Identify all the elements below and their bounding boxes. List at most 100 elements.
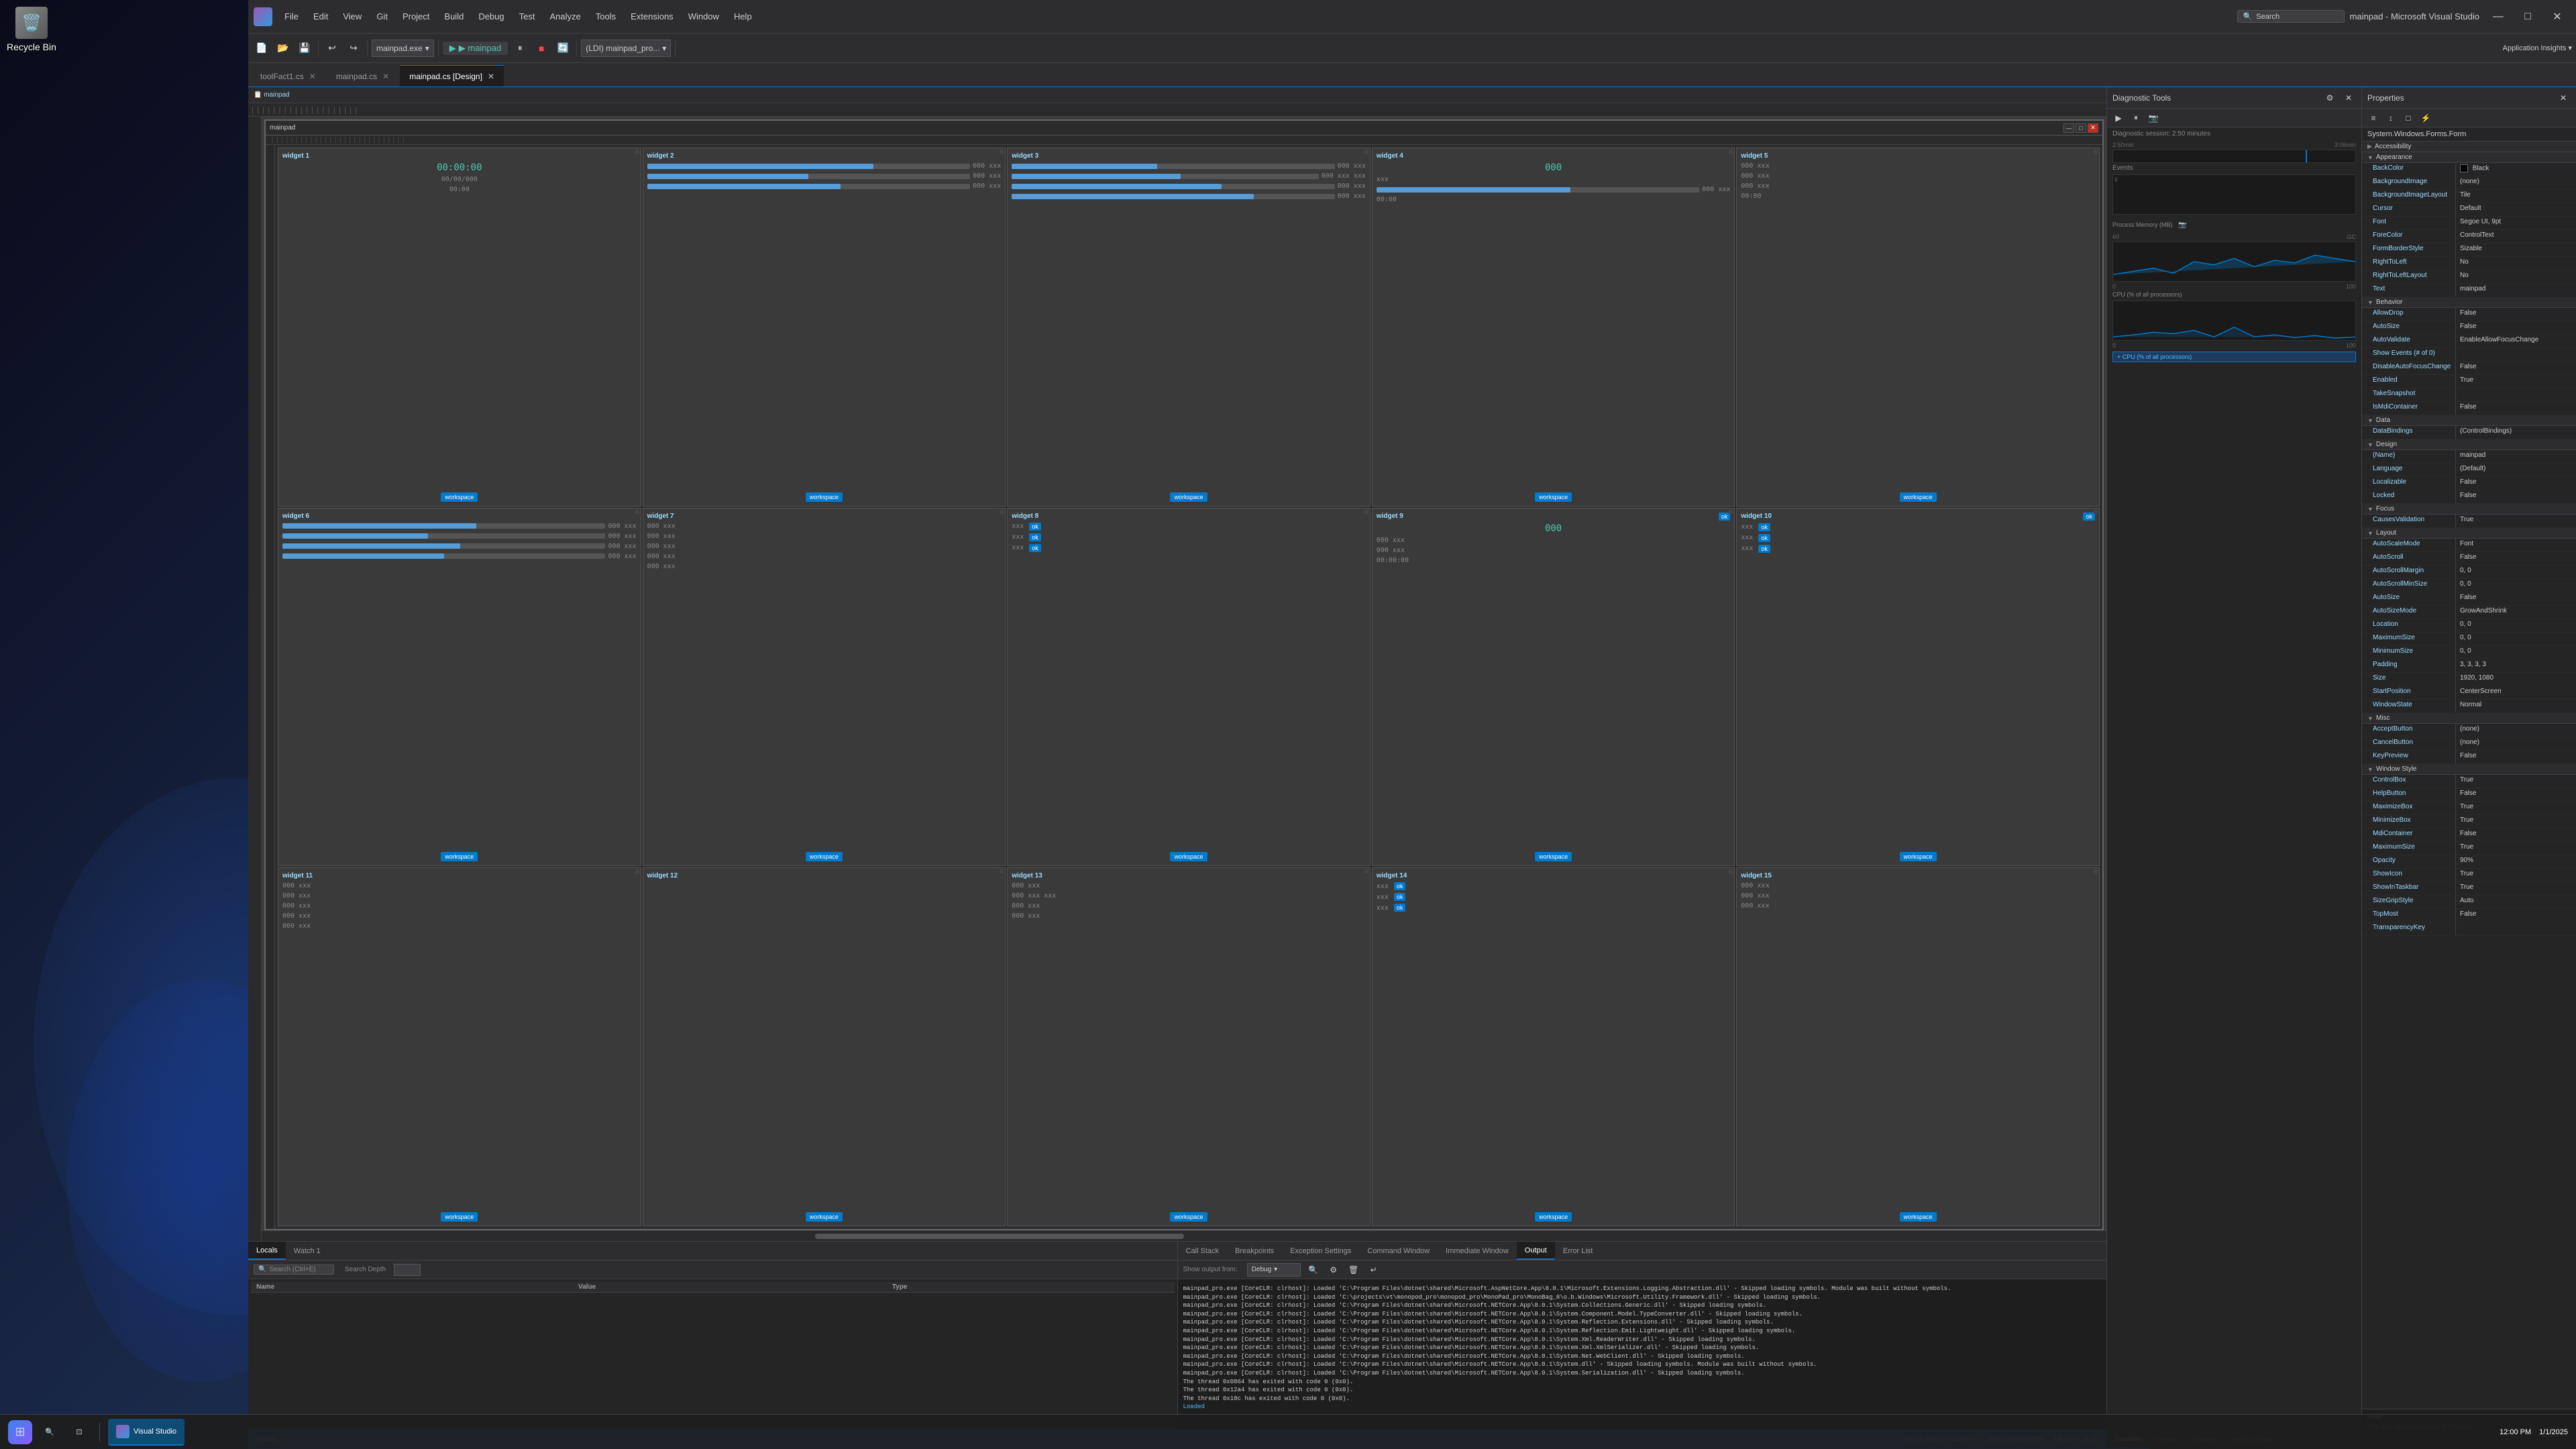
- w9-workspace-btn[interactable]: workspace: [1535, 852, 1572, 861]
- prop-ismdicontainer-val[interactable]: False: [2456, 402, 2576, 415]
- w7-workspace-btn[interactable]: workspace: [806, 852, 843, 861]
- toolbar-redo[interactable]: ↪: [344, 39, 363, 58]
- w10-workspace-btn[interactable]: workspace: [1900, 852, 1937, 861]
- prop-showicon-val[interactable]: True: [2456, 869, 2576, 881]
- prop-categorized-btn[interactable]: ≡: [2366, 111, 2381, 125]
- prop-keypreview-val[interactable]: False: [2456, 751, 2576, 763]
- prop-bgimagelayout-val[interactable]: Tile: [2456, 190, 2576, 203]
- prop-autosize2-val[interactable]: False: [2456, 592, 2576, 605]
- diag-toolbar-btn2[interactable]: ⏸: [2129, 111, 2143, 125]
- prop-mdicontainer-val[interactable]: False: [2456, 828, 2576, 841]
- h-scrollbar[interactable]: [262, 1230, 2106, 1241]
- maximize-button[interactable]: □: [2514, 6, 2541, 28]
- tab-watch1[interactable]: Watch 1: [286, 1242, 329, 1260]
- prop-autoscroll-val[interactable]: False: [2456, 552, 2576, 565]
- menu-file[interactable]: File: [278, 9, 305, 24]
- prop-startposition-val[interactable]: CenterScreen: [2456, 686, 2576, 699]
- prop-cursor-val[interactable]: Default: [2456, 203, 2576, 216]
- w14-btn2[interactable]: ok: [1394, 893, 1406, 901]
- search-depth-input[interactable]: [394, 1264, 421, 1276]
- prop-autoscrollminsize-val[interactable]: 0, 0: [2456, 579, 2576, 592]
- w8-btn3[interactable]: ok: [1029, 544, 1041, 552]
- output-filter-btn[interactable]: ⚙: [1326, 1263, 1341, 1277]
- prop-minimizebox-val[interactable]: True: [2456, 815, 2576, 828]
- prop-cat-behavior[interactable]: ▼ Behavior: [2362, 297, 2576, 308]
- prop-showevents-val[interactable]: [2456, 348, 2576, 361]
- tab-locals[interactable]: Locals: [248, 1242, 286, 1260]
- tab-mainpad-cs-close[interactable]: ✕: [382, 72, 389, 81]
- toolbar-open[interactable]: 📂: [274, 39, 292, 58]
- prop-maxdropdownsize-val[interactable]: True: [2456, 842, 2576, 855]
- prop-autosize-val[interactable]: False: [2456, 321, 2576, 334]
- prop-databindings-val[interactable]: (ControlBindings): [2456, 426, 2576, 439]
- locals-search[interactable]: 🔍 Search (Ctrl+E): [254, 1265, 334, 1275]
- prop-name-val[interactable]: mainpad: [2456, 450, 2576, 463]
- prop-autoscrollmargin-val[interactable]: 0, 0: [2456, 566, 2576, 578]
- menu-help[interactable]: Help: [727, 9, 759, 24]
- w10-btn1[interactable]: ok: [1758, 523, 1770, 531]
- prop-location-val[interactable]: 0, 0: [2456, 619, 2576, 632]
- tab-toolFact[interactable]: toolFact1.cs ✕: [251, 65, 325, 87]
- h-scrollbar-thumb[interactable]: [815, 1234, 1184, 1239]
- prop-maxsize-val[interactable]: 0, 0: [2456, 633, 2576, 645]
- taskbar-search-btn[interactable]: 🔍: [38, 1420, 62, 1444]
- tab-callstack[interactable]: Call Stack: [1178, 1242, 1228, 1260]
- prop-sizegripstyle-val[interactable]: Auto: [2456, 896, 2576, 908]
- menu-view[interactable]: View: [336, 9, 368, 24]
- prop-cat-layout[interactable]: ▼ Layout: [2362, 528, 2576, 539]
- output-wordwrap-btn[interactable]: ↵: [1366, 1263, 1381, 1277]
- prop-localizable-val[interactable]: False: [2456, 477, 2576, 490]
- toolbar-save[interactable]: 💾: [295, 39, 314, 58]
- prop-righttoleft-val[interactable]: No: [2456, 257, 2576, 270]
- minimize-button[interactable]: —: [2485, 6, 2512, 28]
- prop-showintaskbar-val[interactable]: True: [2456, 882, 2576, 895]
- tab-exception[interactable]: Exception Settings: [1282, 1242, 1359, 1260]
- diag-toolbar-btn1[interactable]: ▶: [2111, 111, 2126, 125]
- prop-cat-focus[interactable]: ▼ Focus: [2362, 504, 2576, 515]
- prop-takesnapshot-val[interactable]: [2456, 388, 2576, 401]
- prop-padding-val[interactable]: 3, 3, 3, 3: [2456, 659, 2576, 672]
- menu-project[interactable]: Project: [396, 9, 436, 24]
- tab-errorlist[interactable]: Error List: [1555, 1242, 1601, 1260]
- taskbar-taskview-btn[interactable]: ⊡: [67, 1420, 91, 1444]
- toolbar-stop[interactable]: ■: [532, 39, 551, 58]
- menu-debug[interactable]: Debug: [472, 9, 511, 24]
- prop-autosizemode-val[interactable]: GrowAndShrink: [2456, 606, 2576, 619]
- output-clear-btn[interactable]: 🗑: [1346, 1263, 1361, 1277]
- prop-transparencykey-val[interactable]: [2456, 922, 2576, 935]
- prop-windowstate-val[interactable]: Normal: [2456, 700, 2576, 712]
- output-source-dropdown[interactable]: Debug ▾: [1247, 1263, 1301, 1277]
- prop-cat-data[interactable]: ▼ Data: [2362, 415, 2576, 426]
- toolbar-undo[interactable]: ↩: [323, 39, 341, 58]
- tab-toolFact-close[interactable]: ✕: [309, 72, 316, 81]
- prop-close-btn[interactable]: ✕: [2556, 91, 2571, 105]
- prop-opacity-val[interactable]: 90%: [2456, 855, 2576, 868]
- prop-cat-appearance[interactable]: ▼ Appearance: [2362, 152, 2576, 163]
- diag-close-btn[interactable]: ✕: [2341, 91, 2356, 105]
- tab-mainpad-design-close[interactable]: ✕: [488, 72, 494, 81]
- recycle-bin-icon[interactable]: 🗑️ Recycle Bin: [7, 7, 56, 52]
- diag-toolbar-btn3[interactable]: 📷: [2146, 111, 2161, 125]
- tab-mainpad-design[interactable]: mainpad.cs [Design] ✕: [400, 65, 504, 87]
- menu-window[interactable]: Window: [682, 9, 726, 24]
- prop-righttoleftlayout-val[interactable]: No: [2456, 270, 2576, 283]
- toolbar-pause[interactable]: ⏸: [511, 39, 529, 58]
- prop-events-btn[interactable]: ⚡: [2418, 111, 2433, 125]
- w1-workspace-btn[interactable]: workspace: [441, 492, 478, 502]
- w13-workspace-btn[interactable]: workspace: [1170, 1212, 1207, 1222]
- tab-breakpoints[interactable]: Breakpoints: [1227, 1242, 1282, 1260]
- frame-dropdown[interactable]: (LDI) mainpad_pro... ▾: [581, 40, 671, 57]
- prop-autovalidate-val[interactable]: EnableAllowFocusChange: [2456, 335, 2576, 347]
- form-maximize[interactable]: □: [2076, 123, 2086, 133]
- tab-cmdwindow[interactable]: Command Window: [1359, 1242, 1438, 1260]
- search-bar[interactable]: 🔍 Search: [2237, 10, 2345, 23]
- menu-test[interactable]: Test: [513, 9, 542, 24]
- prop-autoscalemode-val[interactable]: Font: [2456, 539, 2576, 551]
- w10-btn3[interactable]: ok: [1758, 545, 1770, 553]
- prop-text-val[interactable]: mainpad: [2456, 284, 2576, 297]
- prop-size-val[interactable]: 1920, 1080: [2456, 673, 2576, 686]
- prop-cat-misc[interactable]: ▼ Misc: [2362, 713, 2576, 724]
- toolbar-restart[interactable]: 🔄: [553, 39, 572, 58]
- w8-workspace-btn[interactable]: workspace: [1170, 852, 1207, 861]
- w10-btn2[interactable]: ok: [1758, 534, 1770, 542]
